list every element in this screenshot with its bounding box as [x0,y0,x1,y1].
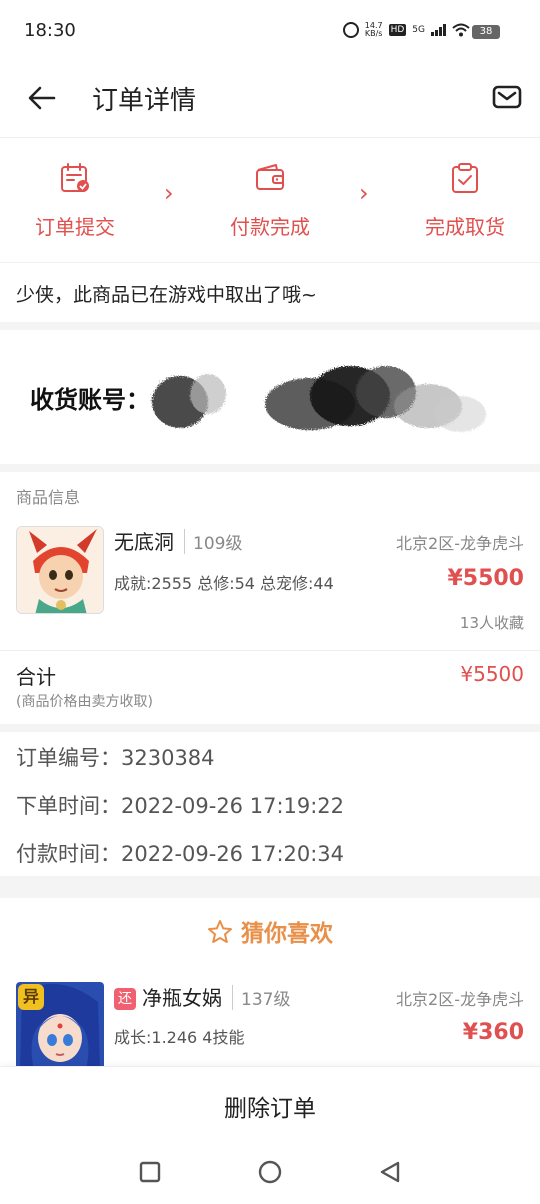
payment-time: 付款时间：2022-09-26 17:20:34 [16,842,345,866]
goods-server: 北京2区-龙争虎斗 [396,534,524,553]
wifi-icon [452,23,470,37]
divider [0,464,540,472]
goods-favorites: 13人收藏 [459,614,524,632]
page-title: 订单详情 [92,86,197,116]
receiving-account-section: 收货账号： [0,330,540,464]
recent-apps-icon[interactable] [138,1160,162,1184]
recommended-item-server: 北京2区-龙争虎斗 [396,990,524,1009]
step-arrow-icon: › [359,179,369,207]
header-bar: 订单详情 [0,62,540,138]
net-speed-unit: KB/s [364,29,383,38]
back-arrow-icon[interactable] [26,82,58,114]
mail-icon[interactable] [492,82,522,112]
signal-icon [431,24,446,36]
tag-badge: 还 [114,988,136,1010]
recommendations-section: 猜你喜欢 异 还净瓶女娲 137级 北京2区-龙争虎斗 成长:1.246 4技能… [0,898,540,1070]
wallet-icon [256,164,284,190]
character-portrait [17,527,103,613]
total-section: 合计 (商品价格由卖方收取) ¥5500 [0,650,540,724]
delete-order-button[interactable]: 删除订单 [0,1089,540,1123]
divider [0,322,540,330]
total-note: (商品价格由卖方收取) [16,694,153,710]
back-triangle-icon[interactable] [378,1160,402,1184]
account-label: 收货账号： [30,386,150,414]
hd-icon: HD [388,24,407,36]
step-label: 完成取货 [425,215,505,239]
step-label: 付款完成 [230,215,310,239]
step-order-submitted: 订单提交 [15,161,135,240]
recommendations-title-text: 猜你喜欢 [241,921,333,947]
calendar-check-icon [61,163,89,192]
recommended-item-name: 还净瓶女娲 [114,982,222,1011]
order-info-section: 订单编号：3230384 下单时间：2022-09-26 17:19:22 付款… [0,732,540,876]
step-label: 订单提交 [35,215,115,239]
goods-stats: 成就:2555 总修:54 总宠修:44 [114,574,334,593]
status-icons: 14.7 KB/s HD 5G 38 [342,22,500,39]
total-label: 合计 [16,665,56,689]
goods-avatar [16,526,104,614]
pickup-notice: 少侠，此商品已在游戏中取出了哦~ [0,264,540,322]
recommended-item-name-text: 净瓶女娲 [142,986,222,1010]
star-icon [208,920,232,943]
recommended-item[interactable]: 异 还净瓶女娲 137级 北京2区-龙争虎斗 成长:1.246 4技能 ¥360 [0,978,540,1070]
divider [0,876,540,898]
redacted-account-scribble [152,366,486,432]
notice-text: 少侠，此商品已在游戏中取出了哦~ [16,284,317,306]
recommended-item-stats: 成长:1.246 4技能 [114,1028,245,1047]
recommended-item-level: 137级 [232,985,290,1010]
goods-info-section[interactable]: 商品信息 无底洞 109级 北京2区-龙争虎斗 成就:2555 总修:54 总宠… [0,472,540,650]
status-time: 18:30 [24,20,76,41]
status-bar: 18:30 14.7 KB/s HD 5G 38 [0,0,540,62]
order-number: 订单编号：3230384 [16,746,215,770]
step-pickup-complete: 完成取货 [405,161,525,240]
goods-price: ¥5500 [447,566,524,591]
item-badge: 异 [18,984,44,1010]
signal-label: 5G [412,25,425,35]
net-speed: 14.7 KB/s [365,22,383,38]
order-time: 下单时间：2022-09-26 17:19:22 [16,794,345,818]
section-title: 商品信息 [16,488,81,507]
recommended-item-avatar: 异 [16,982,104,1070]
goods-level: 109级 [184,529,242,554]
order-progress-steps: 订单提交 › 付款完成 › 完成取货 [0,139,540,263]
step-arrow-icon: › [164,179,174,207]
alarm-icon [342,22,359,38]
clipboard-check-icon [452,163,478,193]
recommended-item-price: ¥360 [462,1020,524,1045]
bottom-action-bar: 删除订单 [0,1066,540,1142]
home-icon[interactable] [258,1160,282,1184]
total-price: ¥5500 [460,662,524,686]
battery-icon: 38 [472,25,500,39]
divider [0,724,540,732]
goods-name: 无底洞 [114,530,174,554]
system-navigation-bar [0,1142,540,1204]
recommendations-title: 猜你喜欢 [0,914,540,948]
step-payment-complete: 付款完成 [210,161,330,240]
